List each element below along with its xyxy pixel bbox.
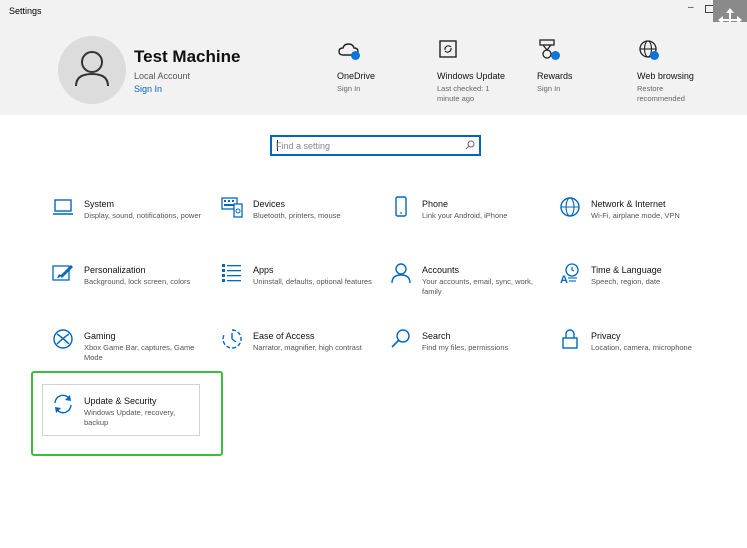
- tile-network[interactable]: Network & Internet Wi-Fi, airplane mode,…: [559, 196, 719, 246]
- tile-title: Personalization: [84, 265, 146, 275]
- tile-desc: Wi-Fi, airplane mode, VPN: [591, 211, 680, 220]
- tile-title: Network & Internet: [591, 199, 666, 209]
- apps-list-icon: [222, 264, 241, 282]
- tile-time-language[interactable]: A Time & Language Speech, region, date: [559, 262, 719, 312]
- tile-desc: Your accounts, email, sync, work, family: [422, 277, 534, 296]
- account-type: Local Account: [134, 71, 191, 81]
- tile-desc: Find my files, permissions: [422, 343, 509, 352]
- header-update-label: Windows Update: [437, 71, 506, 81]
- header-update-sub: Last checked: 1 minute ago: [437, 84, 490, 103]
- header-web-label: Web browsing: [637, 71, 694, 81]
- sync-icon: [54, 394, 72, 414]
- tile-desc: Location, camera, microphone: [591, 343, 692, 352]
- tile-title: Devices: [253, 199, 286, 209]
- tile-desc: Narrator, magnifier, high contrast: [253, 343, 362, 352]
- user-icon: [75, 51, 109, 87]
- search-icon[interactable]: [465, 140, 475, 150]
- tile-system[interactable]: System Display, sound, notifications, po…: [52, 196, 212, 246]
- tile-title: System: [84, 199, 115, 209]
- tile-privacy[interactable]: Privacy Location, camera, microphone: [559, 328, 719, 378]
- magnifier-icon: [391, 329, 410, 348]
- xbox-icon: [53, 329, 73, 349]
- search-input[interactable]: [276, 139, 456, 152]
- avatar[interactable]: [58, 36, 126, 104]
- tile-desc: Uninstall, defaults, optional features: [253, 277, 372, 286]
- time-language-icon: A: [560, 263, 579, 284]
- header-onedrive-sub: Sign In: [337, 84, 361, 93]
- title-bar: Settings –: [0, 0, 747, 22]
- globe-icon: [560, 197, 580, 217]
- user-name: Test Machine: [134, 47, 241, 66]
- tile-desc: Bluetooth, printers, mouse: [253, 211, 341, 220]
- tile-update-security[interactable]: Update & Security Windows Update, recove…: [42, 384, 200, 436]
- paint-icon: [52, 265, 73, 281]
- tile-title: Privacy: [591, 331, 621, 341]
- tile-title: Phone: [422, 199, 449, 209]
- tile-title: Update & Security: [84, 396, 157, 406]
- window-title: Settings: [9, 6, 42, 16]
- lock-icon: [562, 329, 578, 349]
- tile-apps[interactable]: Apps Uninstall, defaults, optional featu…: [221, 262, 381, 312]
- header-rewards-sub: Sign In: [537, 84, 561, 93]
- notification-dot: [351, 51, 360, 60]
- tile-title: Apps: [253, 265, 274, 275]
- ease-of-access-icon: [222, 329, 242, 349]
- tile-accounts[interactable]: Accounts Your accounts, email, sync, wor…: [390, 262, 550, 312]
- person-icon: [391, 263, 411, 284]
- tile-search[interactable]: Search Find my files, permissions: [390, 328, 550, 378]
- update-icon: [439, 40, 457, 58]
- header-web-sub: Restore recommended: [637, 84, 685, 103]
- tile-desc: Background, lock screen, colors: [84, 277, 191, 286]
- tile-devices[interactable]: Devices Bluetooth, printers, mouse: [221, 196, 381, 246]
- tile-desc: Xbox Game Bar, captures, Game Mode: [84, 343, 195, 362]
- phone-icon: [395, 196, 407, 217]
- minimize-button[interactable]: –: [688, 2, 694, 13]
- account-header: Test Machine Local Account Sign In OneDr…: [0, 22, 747, 115]
- svg-text:A: A: [560, 274, 568, 284]
- sign-in-link[interactable]: Sign In: [134, 84, 162, 94]
- header-rewards-label: Rewards: [537, 71, 573, 81]
- tile-phone[interactable]: Phone Link your Android, iPhone: [390, 196, 550, 246]
- tile-desc: Windows Update, recovery, backup: [84, 408, 176, 427]
- tile-desc: Link your Android, iPhone: [422, 211, 508, 220]
- notification-dot: [551, 51, 560, 60]
- tile-desc: Display, sound, notifications, power: [84, 211, 202, 220]
- tile-ease-of-access[interactable]: Ease of Access Narrator, magnifier, high…: [221, 328, 381, 378]
- header-onedrive-label: OneDrive: [337, 71, 376, 81]
- tile-title: Accounts: [422, 265, 460, 275]
- tile-desc: Speech, region, date: [591, 277, 661, 286]
- laptop-icon: [53, 199, 73, 215]
- tile-title: Time & Language: [591, 265, 662, 275]
- tile-title: Search: [422, 331, 451, 341]
- keyboard-icon: [221, 197, 243, 218]
- search-box[interactable]: [270, 135, 481, 156]
- tile-personalization[interactable]: Personalization Background, lock screen,…: [52, 262, 212, 312]
- tile-title: Gaming: [84, 331, 116, 341]
- tile-title: Ease of Access: [253, 331, 315, 341]
- notification-dot: [650, 51, 659, 60]
